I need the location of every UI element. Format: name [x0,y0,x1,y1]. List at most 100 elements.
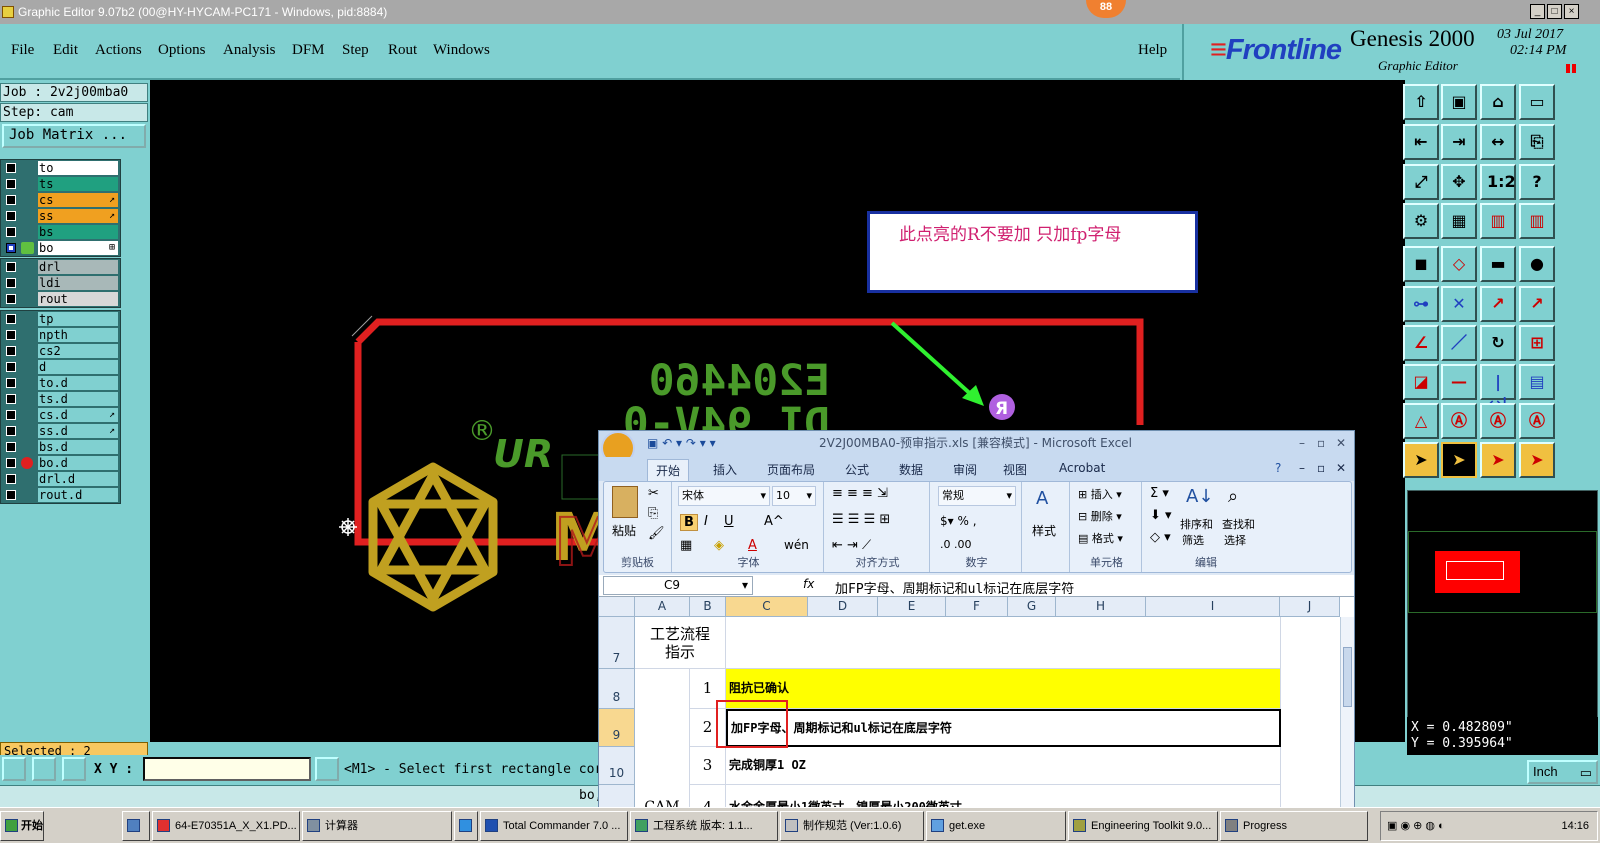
insert-cells-button[interactable]: ⊞ 插入 ▾ [1078,486,1122,502]
mini-map[interactable] [1407,490,1598,722]
styles-button[interactable]: 样式 [1032,522,1056,539]
layer-checkbox[interactable] [6,346,16,356]
layer-checkbox[interactable] [6,330,16,340]
column-header[interactable]: F [946,597,1008,617]
layer-row[interactable]: bo.d [1,455,120,471]
tab-data[interactable]: 数据 [899,461,923,478]
layer-a-icon[interactable]: ▥ [1480,203,1516,239]
taskbar-ie-icon[interactable] [454,811,478,841]
quick-access-icon[interactable]: ▣ ↶ ▾ ↷ ▾ ▾ [647,431,716,455]
window-icon[interactable]: ▭ [1519,84,1555,120]
tab-insert[interactable]: 插入 [713,461,737,478]
start-button[interactable]: 开始 [0,811,44,841]
measure-icon[interactable]: |↔| [1480,364,1516,413]
tools-icon[interactable]: ⚙ [1403,203,1439,239]
row-header[interactable]: 8 [599,669,635,709]
menu-dfm[interactable]: DFM [292,42,325,59]
align-icons[interactable]: ≡ ≡ ≡ ⇲ [832,486,888,501]
table-cell[interactable]: 工艺流程指示 [635,617,726,669]
job-matrix-button[interactable]: Job Matrix ... [2,124,146,148]
row-header[interactable]: 10 [599,747,635,785]
formula-input[interactable]: 加FP字母、周期标记和ul标记在底层字符 [835,578,1074,597]
row-header[interactable]: 9 [599,709,635,747]
font-name-select[interactable]: 宋体 ▾ [678,486,770,506]
menu-actions[interactable]: Actions [95,42,142,59]
border-icon[interactable]: ▦ [680,538,692,553]
layer-name[interactable]: ss.d ↗ [38,424,118,438]
copy-icon[interactable]: ↗ [1519,286,1555,322]
menu-step[interactable]: Step [342,42,369,59]
text-a-icon[interactable]: Ⓐ [1441,403,1477,439]
clear-icon[interactable]: ◇ ▾ [1150,530,1171,545]
taskbar-item[interactable]: 64-E70351A_X_X1.PD... [152,811,300,841]
taskbar-item[interactable]: 计算器 [302,811,452,841]
close-button[interactable]: × [1564,4,1579,19]
table-cell[interactable]: 完成铜厚1 OZ [726,747,1281,785]
layer-name[interactable]: ss ↗ [38,209,118,223]
layer-checkbox[interactable] [6,179,16,189]
layer-checkbox[interactable] [6,458,16,468]
layer-row[interactable]: ts.d [1,391,120,407]
phonetic-icon[interactable]: wén [784,538,809,552]
minus-icon[interactable]: — [1441,364,1477,400]
column-header[interactable]: D [808,597,878,617]
font-size-select[interactable]: 10 ▾ [772,486,816,506]
cross-icon[interactable]: ✕ [1441,286,1477,322]
tab-home[interactable]: 开始 [647,459,690,481]
restore-icon[interactable]: ▫ [1317,431,1325,455]
horizontal-align-icons[interactable]: ☰ ☰ ☰ ⊞ [832,512,890,527]
layer-row[interactable]: cs.d ↗ [1,407,120,423]
layer-checkbox[interactable] [6,243,16,253]
taskbar-item[interactable]: 工程系统 版本: 1.1... [630,811,778,841]
grid-icon[interactable]: ▦ [1441,203,1477,239]
column-header[interactable]: I [1146,597,1280,617]
spreadsheet-grid[interactable]: A B C D E F G H I J 7 8 9 10 工艺流程指示 1 阻抗… [599,597,1354,819]
connect-icon[interactable]: ⊶ [1403,286,1439,322]
layer-name[interactable]: tp [38,312,118,326]
zoom-fit-icon[interactable]: ⤢ [1403,164,1439,200]
layer-checkbox[interactable] [6,474,16,484]
layer-row[interactable]: to.d [1,375,120,391]
layer-row-active[interactable]: bo ⊞ [1,240,120,256]
column-header[interactable]: J [1280,597,1340,617]
maximize-button[interactable]: □ [1547,4,1562,19]
house-icon[interactable]: ⌂ [1480,84,1516,120]
select-label[interactable]: 选择 [1224,532,1246,548]
layer-checkbox[interactable] [6,278,16,288]
vertical-scrollbar[interactable] [1340,617,1354,819]
layer-checkbox[interactable] [6,490,16,500]
menu-file[interactable]: File [11,42,34,59]
percent-icons[interactable]: $▾ % , [940,514,977,528]
column-header[interactable]: E [878,597,946,617]
layer-row[interactable]: to [1,160,120,176]
line-icon[interactable]: ∠ [1403,325,1439,361]
scale-icon[interactable]: 1:2 [1480,164,1516,200]
fit-icon[interactable]: ↔ [1480,124,1516,160]
close-icon[interactable]: ✕ [1336,431,1346,455]
row-header[interactable]: 7 [599,617,635,669]
layer-name[interactable]: cs.d ↗ [38,408,118,422]
sort-label[interactable]: 排序和 [1180,516,1213,532]
layer-name[interactable]: bo ⊞ [38,241,118,255]
layer-name[interactable]: ts [38,177,118,191]
measure-icon[interactable] [32,757,56,781]
layer-checkbox[interactable] [6,195,16,205]
column-header[interactable]: A [635,597,690,617]
layer-name[interactable]: bs.d [38,440,118,454]
bold-icon[interactable]: B [680,514,698,531]
format-painter-icon[interactable]: 🖌 [648,526,665,541]
ribbon-minimize-icon[interactable]: – [1299,461,1305,475]
layer-checkbox[interactable] [6,211,16,221]
table-cell[interactable] [726,617,1281,669]
feature-icon[interactable]: ◪ [1403,364,1439,400]
layer-row[interactable]: ts [1,176,120,192]
column-header[interactable]: C [726,597,808,617]
layer-row[interactable]: d [1,359,120,375]
minimize-icon[interactable]: – [1299,431,1305,455]
stack-icon[interactable]: ▤ [1519,364,1555,400]
number-format-select[interactable]: 常规 ▾ [938,486,1016,506]
layer-checkbox[interactable] [6,227,16,237]
layer-checkbox[interactable] [6,262,16,272]
outline-a-icon[interactable]: Ⓐ [1480,403,1516,439]
triangle-icon[interactable]: △ [1403,403,1439,439]
